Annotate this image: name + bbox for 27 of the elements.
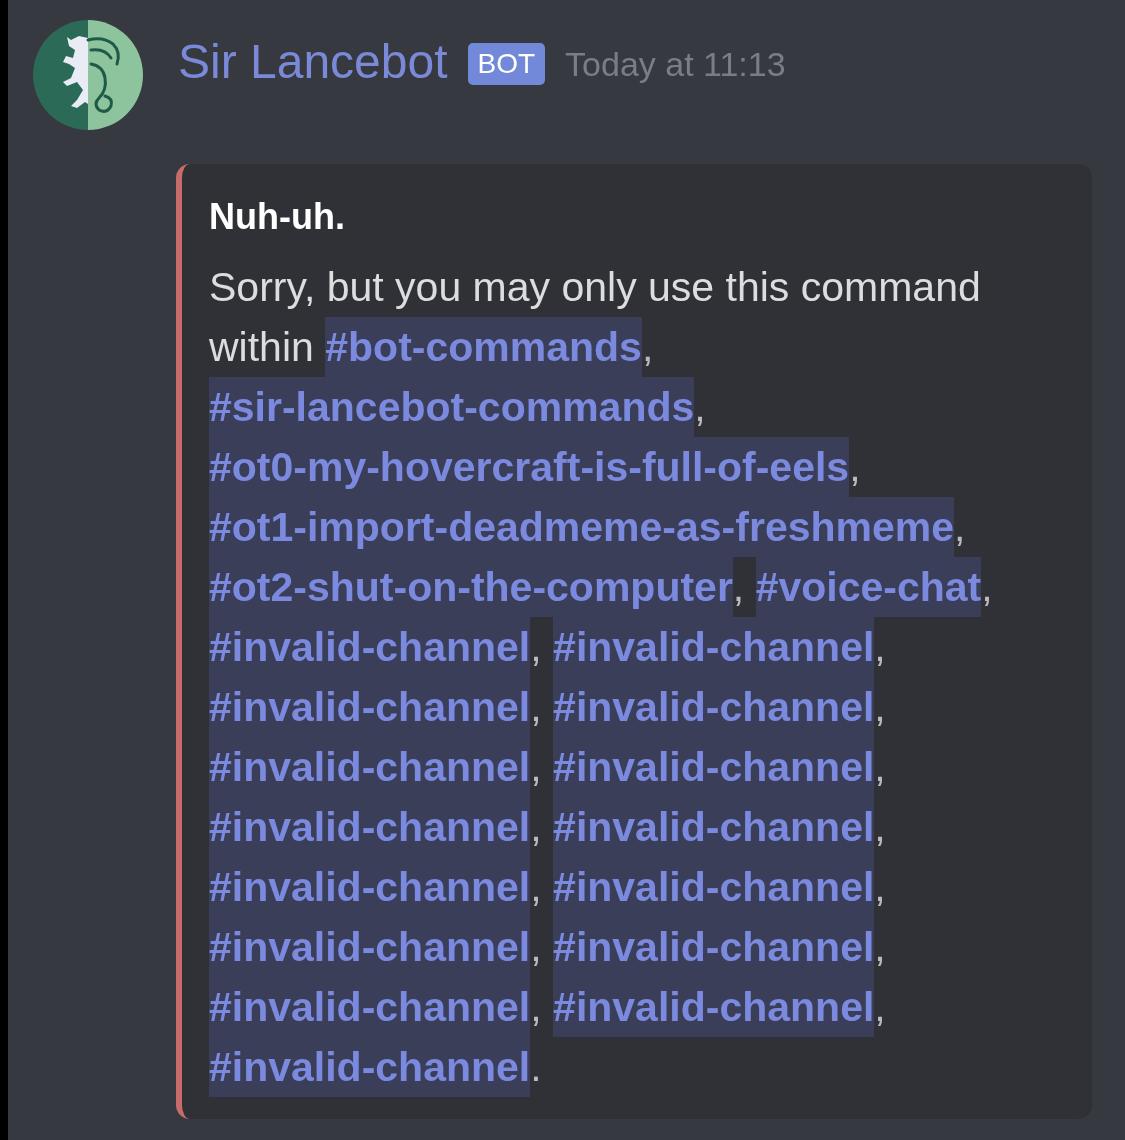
author-name[interactable]: Sir Lancebot (178, 34, 448, 90)
bot-tag: BOT (467, 43, 546, 85)
channel-mention[interactable]: #invalid-channel (209, 737, 531, 797)
heraldic-beast-avatar-icon[interactable] (33, 20, 143, 130)
channel-mention[interactable]: #invalid-channel (553, 737, 875, 797)
channel-mention[interactable]: #invalid-channel (553, 977, 875, 1037)
channel-mention[interactable]: #invalid-channel (553, 917, 875, 977)
channel-mention[interactable]: #bot-commands (325, 317, 642, 377)
channel-mention[interactable]: #invalid-channel (553, 677, 875, 737)
channel-mention[interactable]: #invalid-channel (209, 917, 531, 977)
channel-mention[interactable]: #invalid-channel (553, 797, 875, 857)
channel-mention[interactable]: #ot0-my-hovercraft-is-full-of-eels (209, 437, 850, 497)
channel-mention[interactable]: #invalid-channel (553, 857, 875, 917)
embed-title: Nuh-uh. (209, 197, 346, 237)
channel-mention[interactable]: #invalid-channel (209, 797, 531, 857)
channel-mention[interactable]: #invalid-channel (209, 977, 531, 1037)
channel-mention[interactable]: #ot2-shut-on-the-computer (209, 557, 733, 617)
channel-mention[interactable]: #invalid-channel (209, 1037, 531, 1097)
embed-description: Sorry, but you may only use this command within #bot-commands, #sir-lancebot-commands, #ot0-my-hovercraft-is-full-of-eels, #ot1-import-deadmeme-as-freshmeme, #ot2-shut-on-the-computer, #voice-chat, #invalid-channel, #invalid-channel, #invalid-channel, #invalid-channel, #invalid-channel, #invalid-channel, #invalid-channel, #invalid-channel, #invalid-channel, #invalid-channel, #invalid-channel, #invalid-channel, #invalid-channel, #invalid-channel, #invalid-channel. (209, 257, 1060, 1097)
channel-mention[interactable]: #invalid-channel (209, 677, 531, 737)
channel-mention[interactable]: #invalid-channel (209, 857, 531, 917)
channel-mention[interactable]: #sir-lancebot-commands (209, 377, 695, 437)
channel-mention[interactable]: #invalid-channel (553, 617, 875, 677)
channel-mention[interactable]: #voice-chat (755, 557, 982, 617)
channel-mention[interactable]: #ot1-import-deadmeme-as-freshmeme (209, 497, 955, 557)
message-timestamp: Today at 11:13 (565, 44, 786, 85)
channel-mention[interactable]: #invalid-channel (209, 617, 531, 677)
